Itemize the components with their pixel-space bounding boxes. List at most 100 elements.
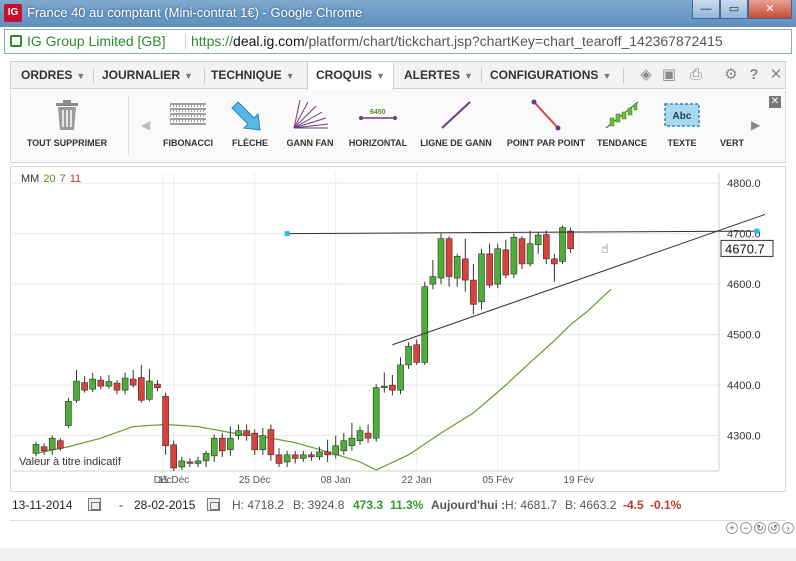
y-tick-label: 4800.0	[727, 178, 761, 190]
candle-body	[324, 451, 331, 456]
chevron-down-icon: ▼	[184, 71, 193, 81]
url-text[interactable]: https://deal.ig.com/platform/chart/tickc…	[191, 33, 723, 49]
indicative-note: Valeur à titre indicatif	[19, 456, 121, 468]
print-icon[interactable]: ⎙	[688, 67, 704, 83]
scroll-left-icon[interactable]: ◀	[141, 118, 150, 132]
reset-icon[interactable]: ↺	[768, 522, 780, 534]
tool-gann-line[interactable]: LIGNE DE GANN	[416, 98, 496, 148]
candle-body	[170, 444, 177, 469]
menu-configurations[interactable]: CONFIGURATIONS ▼	[490, 62, 611, 88]
gear-icon[interactable]: ⚙	[723, 67, 739, 83]
chevron-down-icon: ▼	[376, 71, 385, 81]
candle-body	[129, 378, 137, 386]
menu-label: CONFIGURATIONS	[490, 68, 599, 82]
candle-body	[470, 279, 477, 305]
menu-technique[interactable]: TECHNIQUE ▼	[211, 62, 295, 88]
candle-body	[502, 249, 510, 276]
candle-body	[299, 454, 307, 459]
bottom-strip	[10, 520, 786, 540]
y-tick-label: 4600.0	[727, 279, 761, 291]
text-box-icon: Abc	[664, 103, 700, 127]
maximize-button[interactable]: ▭	[720, 0, 748, 19]
tool-vertical[interactable]: VERT	[717, 98, 747, 148]
candle-body	[219, 437, 226, 452]
candle-body	[121, 377, 129, 391]
drawing-toolbar: TOUT SUPPRIMER ◀ FIBONACCI FLÈCHE GANN F…	[10, 90, 786, 163]
menu-journalier[interactable]: JOURNALIER ▼	[102, 62, 193, 88]
help-icon[interactable]: ?	[746, 67, 762, 83]
y-tick-label: 4400.0	[727, 380, 761, 392]
refresh-icon[interactable]: ↻	[754, 522, 766, 534]
date-from[interactable]: 13-11-2014	[12, 498, 73, 512]
tool-arrow[interactable]: FLÈCHE	[225, 98, 275, 148]
candle-body	[445, 238, 453, 277]
tool-label: FIBONACCI	[163, 138, 213, 148]
minimize-button[interactable]: —	[692, 0, 720, 19]
chart-canvas[interactable]: 4800.04700.04600.04500.04400.04300.0Déc1…	[11, 167, 787, 493]
moving-average-legend: MM 20 7 11	[21, 173, 81, 185]
candle-body	[413, 344, 421, 363]
address-bar[interactable]: IG Group Limited [GB] https://deal.ig.co…	[4, 29, 792, 54]
period-low: B: 3924.8	[293, 498, 345, 512]
zoom-in-icon[interactable]: +	[726, 522, 738, 534]
date-dash: -	[119, 498, 123, 512]
candle-body	[283, 454, 291, 463]
candle-body	[510, 236, 518, 275]
tool-text[interactable]: Abc TEXTE	[659, 98, 705, 148]
candle-body	[138, 377, 145, 401]
candle-body	[389, 384, 396, 391]
chevron-down-icon: ▼	[464, 71, 473, 81]
candle-body	[202, 453, 210, 462]
candle-body	[162, 395, 169, 447]
period-change: 473.3	[353, 498, 384, 512]
image-icon[interactable]: ▣	[661, 67, 677, 83]
menu-divider	[204, 68, 205, 83]
candle-body	[494, 248, 502, 285]
tool-horizontal[interactable]: 6450 HORIZONTAL	[344, 98, 412, 148]
menu-alertes[interactable]: ALERTES ▼	[404, 62, 473, 88]
calendar-to-icon[interactable]	[207, 498, 220, 511]
gann-fan-icon	[293, 99, 329, 129]
tool-fibonacci[interactable]: FIBONACCI	[159, 98, 217, 148]
y-tick-label: 4500.0	[727, 330, 761, 342]
candle-body	[316, 451, 323, 458]
tool-gann-fan[interactable]: GANN FAN	[283, 98, 337, 148]
candle-body	[65, 400, 72, 426]
close-toolbar-icon[interactable]: ✕	[769, 96, 781, 108]
menu-ordres[interactable]: ORDRES ▼	[21, 62, 85, 88]
period-high: H: 4718.2	[232, 498, 285, 512]
layers-icon[interactable]: ◈	[638, 67, 654, 83]
horizontal-sample-text: 6450	[370, 109, 386, 116]
candle-body	[348, 437, 356, 447]
tool-label: GANN FAN	[286, 138, 334, 148]
tool-label: LIGNE DE GANN	[420, 138, 492, 148]
scroll-right-icon[interactable]: ▶	[751, 118, 760, 132]
candle-body	[89, 378, 96, 390]
close-window-button[interactable]: ✕	[748, 0, 792, 19]
candle-body	[542, 234, 550, 260]
window-titlebar: IG France 40 au comptant (Mini-contrat 1…	[0, 0, 796, 27]
play-icon[interactable]: ›	[782, 522, 794, 534]
zoom-out-icon[interactable]: −	[740, 522, 752, 534]
calendar-from-icon[interactable]	[88, 498, 101, 511]
candle-body	[267, 429, 275, 456]
current-price-label: 4670.7	[725, 241, 765, 256]
menu-croquis[interactable]: CROQUIS ▼	[307, 62, 394, 90]
url-host: deal.ig.com	[233, 33, 305, 49]
tool-point-to-point[interactable]: POINT PAR POINT	[500, 98, 592, 148]
candle-body	[478, 253, 485, 303]
candle-body	[186, 461, 194, 464]
tool-trend[interactable]: TENDANCE	[593, 98, 651, 148]
arrow-icon	[231, 101, 261, 131]
zoom-controls: + − ↻ ↺ ›	[726, 522, 794, 534]
delete-all-button[interactable]: TOUT SUPPRIMER	[21, 98, 113, 148]
candle-body	[154, 383, 161, 388]
date-to[interactable]: 28-02-2015	[134, 498, 195, 512]
candle-body	[227, 437, 234, 451]
price-chart[interactable]: 4800.0 4700.0 4600.0 4500.0 4400.0 4300.0 Déc 1…	[10, 166, 786, 492]
today-change-pct: -0.1%	[650, 498, 682, 512]
ev-certificate-label[interactable]: IG Group Limited [GB]	[27, 33, 166, 49]
menu-divider	[623, 68, 624, 83]
horizontal-scrollbar[interactable]	[0, 548, 796, 561]
close-panel-icon[interactable]: ✕	[768, 67, 784, 83]
